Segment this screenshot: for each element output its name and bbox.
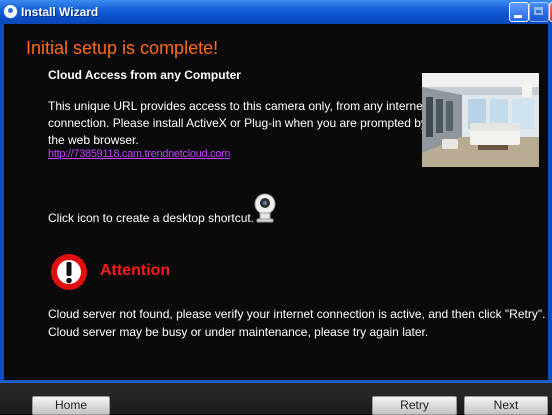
description-line: connection. Please install ActiveX or Pl…	[48, 116, 427, 130]
status-message: Cloud server not found, please verify yo…	[48, 305, 545, 341]
title-bar[interactable]: Install Wizard	[0, 0, 552, 24]
description-line: This unique URL provides access to this …	[48, 99, 427, 113]
message-line: Cloud server not found, please verify yo…	[48, 307, 546, 321]
description-line: the web browser.	[48, 133, 139, 147]
next-button[interactable]: Next	[464, 396, 548, 415]
minimize-button[interactable]	[509, 2, 529, 22]
message-line: Cloud server may be busy or under mainte…	[48, 325, 429, 339]
description: This unique URL provides access to this …	[48, 98, 428, 149]
room-photo-image	[422, 73, 539, 167]
window-title: Install Wizard	[21, 5, 99, 19]
page-title: Initial setup is complete!	[26, 38, 219, 58]
shortcut-instruction: Click icon to create a desktop shortcut.	[48, 211, 255, 225]
minimize-icon	[514, 15, 522, 18]
footer-bar: Home Retry Next	[0, 380, 552, 415]
home-button[interactable]: Home	[32, 396, 110, 415]
window-border-right	[548, 24, 552, 414]
section-title: Cloud Access from any Computer	[48, 68, 241, 82]
room-photo	[422, 73, 539, 167]
cloud-url-link[interactable]: http://73859118.cam.trendnetcloud.com	[48, 148, 230, 160]
attention-label: Attention	[100, 262, 171, 279]
install-wizard-window: Install Wizard Initial setup is complete…	[0, 0, 552, 415]
maximize-button[interactable]	[529, 2, 549, 22]
ip-camera-icon[interactable]	[254, 193, 276, 223]
attention-icon-image	[51, 254, 87, 290]
maximize-icon	[534, 7, 543, 15]
retry-button[interactable]: Retry	[372, 396, 457, 415]
camera-icon-image	[254, 193, 276, 223]
wizard-icon	[3, 4, 18, 19]
exclamation-icon	[50, 253, 88, 291]
